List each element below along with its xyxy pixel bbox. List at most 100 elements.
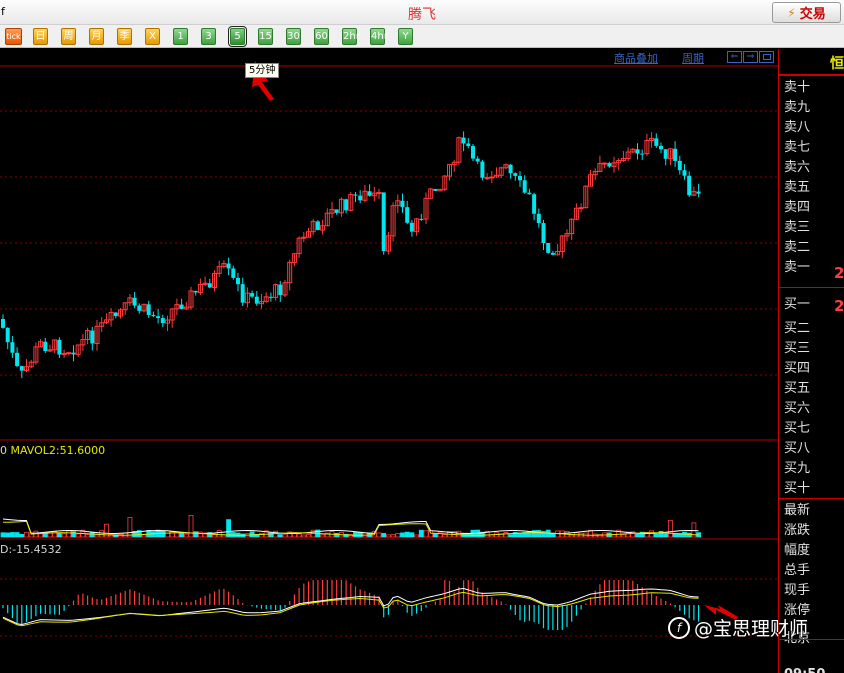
window-icon[interactable] [759, 51, 774, 63]
period-toolbar: tick 日周月季 X 1 3 5 15 30 60 2hr 4hr Y [0, 25, 844, 48]
candle-body-down [518, 175, 522, 181]
candle-body-up [484, 177, 490, 180]
period-tooltip: 5分钟 [245, 63, 280, 78]
volume-bar [395, 533, 401, 538]
trade-button[interactable]: ⚡ 交易 [772, 2, 841, 23]
overlay-link[interactable]: 商品叠加 [614, 50, 658, 66]
candle-body-down [381, 192, 386, 252]
volume-bar [9, 532, 15, 538]
arrow-left-icon[interactable]: ⇐ [727, 51, 742, 63]
volume-indicator-label: 0 MAVOL2:51.6000 [0, 444, 105, 457]
candle-body-down [5, 327, 10, 343]
volume-bar [428, 530, 434, 538]
candle-body-down [90, 330, 95, 344]
kline-chart-area[interactable] [0, 49, 778, 673]
bid-level-label: 买七 [784, 421, 811, 436]
volume-bar [99, 530, 105, 538]
order-book-panel: 恒 卖十 卖九 卖八 卖七 卖六 卖五 卖四 卖三 卖二 卖一 买一 买二 买三 买四 买五 买六 买七 买八 买九… [778, 49, 844, 673]
mavol1-line [2, 518, 699, 535]
volume-bar [423, 530, 429, 538]
candle-body-down [278, 284, 283, 296]
volume-bar [94, 534, 100, 538]
watermark-logo-icon: f [668, 616, 690, 639]
ask-level-label: 卖一 [784, 260, 811, 275]
ask-level-label: 卖九 [784, 100, 811, 115]
volume-bar [301, 534, 307, 538]
volume-bar [635, 533, 640, 538]
candle-body-down [471, 146, 475, 159]
volume-bar [503, 532, 509, 538]
candle-body-down [315, 221, 320, 231]
volume-bar [663, 533, 669, 538]
candle-body-up [602, 162, 608, 165]
period-button-tick[interactable]: tick [5, 28, 22, 45]
candle-body-down [156, 316, 161, 319]
mavol2-value: MAVOL2:51.6000 [10, 444, 106, 457]
candle-body-down [433, 188, 438, 191]
candle-body-down [57, 339, 62, 355]
volume-bar [141, 534, 147, 538]
volume-bar [409, 532, 415, 538]
candle-body-down [663, 149, 668, 159]
volume-bar [536, 530, 542, 538]
period-button-9[interactable]: 15 [258, 28, 273, 45]
period-button-5[interactable]: X [145, 28, 160, 45]
volume-bar [404, 531, 410, 538]
candle-body-down [10, 342, 15, 353]
candle-body-down [522, 180, 527, 193]
volume-bar [277, 534, 283, 538]
period-button-14[interactable]: Y [398, 28, 413, 45]
candle-body-down [250, 293, 255, 297]
volume-bar [621, 534, 626, 538]
volume-bar [197, 531, 203, 538]
volume-bar [282, 534, 288, 538]
bid-level-label: 买八 [784, 441, 811, 456]
ask-level-label: 卖四 [784, 200, 811, 215]
period-button-7[interactable]: 3 [201, 28, 216, 45]
candle-body-down [43, 341, 48, 352]
volume-bar [400, 532, 405, 538]
ask-level-label: 卖七 [784, 140, 811, 155]
volume-bar [193, 531, 199, 538]
candle-body-down [334, 209, 339, 213]
stat-label: 总手 [784, 563, 811, 578]
volume-bar [127, 517, 133, 538]
arrow-right-icon[interactable]: ⇒ [743, 51, 758, 63]
bid1-value: 2 [834, 297, 844, 315]
candle-body-down [226, 263, 231, 269]
candle-body-down [179, 304, 184, 309]
lightning-icon: ⚡ [787, 5, 796, 20]
period-button-12[interactable]: 2hr [342, 28, 360, 45]
candle-body-down [550, 252, 555, 255]
volume-bar [508, 534, 514, 538]
period-button-11[interactable]: 60 [314, 28, 329, 45]
bid-level-label: 买十 [784, 481, 811, 496]
watermark: f @宝思理财师 [668, 614, 808, 641]
candle-body-down [160, 318, 165, 324]
volume-bar [437, 531, 443, 538]
trade-button-label: 交易 [799, 7, 826, 22]
period-button-4[interactable]: 季 [117, 28, 132, 45]
stat-label: 现手 [784, 583, 811, 598]
time-label: 09:50 [784, 667, 825, 673]
ask-level-label: 卖二 [784, 240, 811, 255]
period-button-3[interactable]: 月 [89, 28, 104, 45]
panel-header: 恒 [779, 49, 844, 76]
window-title: 腾飞 [408, 7, 436, 23]
period-button-6[interactable]: 1 [173, 28, 188, 45]
period-button-13[interactable]: 4hr [370, 28, 388, 45]
ask1-value: 2 [834, 264, 844, 282]
period-button-1[interactable]: 日 [33, 28, 48, 45]
period-link[interactable]: 周期 [682, 50, 704, 66]
candle-body-down [400, 200, 405, 208]
candle-body-down [193, 290, 198, 293]
volume-bar [61, 533, 67, 538]
period-button-10[interactable]: 30 [286, 28, 301, 45]
period-button-8[interactable]: 5 [228, 26, 247, 47]
candle-body-down [687, 175, 692, 196]
period-button-2[interactable]: 周 [61, 28, 76, 45]
candle-body-down [113, 312, 118, 317]
volume-bar [38, 533, 43, 538]
candle-body-down [268, 296, 273, 298]
volume-bar [432, 533, 438, 538]
